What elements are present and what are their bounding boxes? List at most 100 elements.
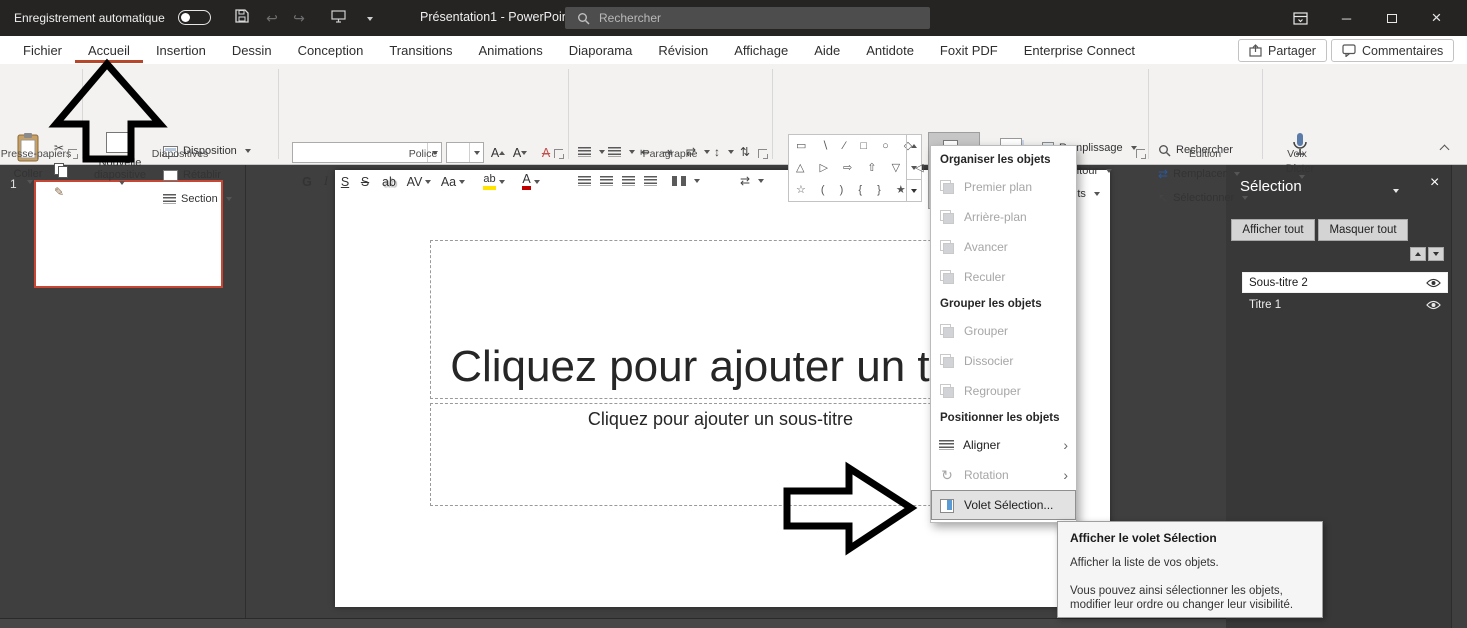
ribbon-display-options-button[interactable]	[1278, 0, 1323, 36]
quick-access-display-button[interactable]	[326, 8, 350, 28]
chevron-down-icon	[534, 180, 540, 184]
menu-section-header: Grouper les objets	[931, 292, 1076, 316]
align-center-button[interactable]	[600, 171, 613, 191]
highlight-color-button[interactable]: ab	[478, 171, 510, 192]
tab-foxit-pdf[interactable]: Foxit PDF	[927, 36, 1011, 63]
font-dialog-launcher-icon[interactable]	[554, 149, 563, 158]
menu-item-aligner[interactable]: Aligner›	[931, 430, 1076, 460]
tab-antidote[interactable]: Antidote	[853, 36, 927, 63]
shapes-scroll-down-button[interactable]	[906, 157, 921, 179]
tab-revision[interactable]: Révision	[645, 36, 721, 63]
italic-button[interactable]: I	[318, 171, 334, 192]
tab-insertion[interactable]: Insertion	[143, 36, 219, 63]
maximize-button[interactable]	[1369, 0, 1414, 36]
chevron-down-icon	[425, 180, 431, 184]
bring-forward-button[interactable]	[1410, 247, 1426, 261]
menu-item-rotation[interactable]: ↻Rotation›	[931, 460, 1076, 490]
collapse-ribbon-button[interactable]	[1441, 140, 1448, 158]
tab-affichage[interactable]: Affichage	[721, 36, 801, 63]
caret-up-icon	[911, 144, 917, 148]
chevron-down-icon	[1393, 189, 1399, 193]
redo-button[interactable]: ↪	[287, 8, 311, 28]
underline-button[interactable]: S	[336, 171, 354, 192]
close-button[interactable]: ×	[1414, 0, 1459, 36]
align-center-icon	[600, 176, 613, 186]
paragraph-dialog-launcher-icon[interactable]	[758, 149, 767, 158]
menu-item-premier-plan[interactable]: Premier plan	[931, 172, 1076, 202]
shapes-scroll-up-button[interactable]	[906, 135, 921, 157]
section-button[interactable]: Section	[163, 189, 232, 209]
replace-button[interactable]: ⇄Remplacer	[1158, 164, 1240, 184]
search-box[interactable]	[565, 7, 930, 29]
minimize-button[interactable]: ─	[1324, 0, 1369, 36]
reset-slide-button[interactable]: Rétablir	[163, 165, 221, 185]
select-button[interactable]: ↖Sélectionner	[1158, 188, 1248, 208]
share-button[interactable]: Partager	[1238, 39, 1327, 62]
shapes-row-3[interactable]: ☆ ( ) { } ★	[796, 183, 912, 196]
copy-button[interactable]	[54, 160, 67, 180]
gallery-more-icon	[911, 189, 917, 193]
menu-item-reculer[interactable]: Reculer	[931, 262, 1076, 292]
menu-item-dissocier[interactable]: Dissocier	[931, 346, 1076, 376]
selection-pane-close-button[interactable]: ×	[1430, 174, 1439, 192]
character-spacing-button[interactable]: AV	[404, 171, 434, 192]
strikethrough-button[interactable]: S	[356, 171, 374, 192]
tab-aide[interactable]: Aide	[801, 36, 853, 63]
align-right-button[interactable]	[622, 171, 635, 191]
align-left-button[interactable]	[578, 171, 591, 191]
eye-icon[interactable]	[1426, 278, 1441, 288]
autosave-toggle[interactable]	[178, 10, 211, 25]
menu-section-header: Organiser les objets	[931, 148, 1076, 172]
shapes-gallery[interactable]: ▭ ∖ ∕ □ ○ ◇ △ ▷ ⇨ ⇧ ▽ ◁ ☆ ( ) { } ★	[788, 134, 922, 202]
qat-customize-button[interactable]	[356, 8, 380, 28]
columns-button[interactable]	[672, 171, 700, 191]
selection-pane-menu-button[interactable]	[1390, 182, 1399, 200]
chevron-down-icon	[226, 197, 232, 201]
show-all-button[interactable]: Afficher tout	[1231, 219, 1315, 241]
search-icon	[577, 12, 590, 25]
hide-all-button[interactable]: Masquer tout	[1318, 219, 1408, 241]
comments-button[interactable]: Commentaires	[1331, 39, 1454, 62]
change-case-button[interactable]: Aa	[438, 171, 468, 192]
copy-icon	[54, 163, 67, 177]
tab-fichier[interactable]: Fichier	[10, 36, 75, 63]
bold-button[interactable]: G	[298, 171, 316, 192]
chevron-down-icon	[1106, 169, 1112, 173]
group-separator	[772, 69, 773, 159]
tab-enterprise-connect[interactable]: Enterprise Connect	[1011, 36, 1148, 63]
clipboard-dialog-launcher-icon[interactable]	[68, 149, 77, 158]
tab-dessin[interactable]: Dessin	[219, 36, 285, 63]
tab-conception[interactable]: Conception	[285, 36, 377, 63]
shapes-more-button[interactable]	[906, 179, 921, 201]
selection-item-sous-titre-2[interactable]: Sous-titre 2	[1243, 273, 1447, 292]
font-color-button[interactable]: A	[516, 171, 546, 192]
menu-item-volet-selection[interactable]: Volet Sélection...	[931, 490, 1076, 520]
menu-item-regrouper[interactable]: Regrouper	[931, 376, 1076, 406]
menu-item-arriere-plan[interactable]: Arrière-plan	[931, 202, 1076, 232]
eye-icon[interactable]	[1426, 300, 1441, 310]
justify-button[interactable]	[644, 171, 657, 191]
title-placeholder[interactable]: Cliquez pour ajouter un titre	[430, 240, 1011, 399]
convert-smartart-button[interactable]: ⇄	[740, 171, 764, 191]
save-button[interactable]	[230, 8, 254, 28]
undo-button[interactable]: ↩	[260, 8, 284, 28]
menu-item-grouper[interactable]: Grouper	[931, 316, 1076, 346]
send-backward-button[interactable]	[1428, 247, 1444, 261]
text-shadow-button[interactable]: ab	[378, 171, 400, 192]
shapes-row-1[interactable]: ▭ ∖ ∕ □ ○ ◇	[796, 139, 918, 152]
tab-transitions[interactable]: Transitions	[376, 36, 465, 63]
tab-animations[interactable]: Animations	[465, 36, 555, 63]
subtitle-placeholder[interactable]: Cliquez pour ajouter un sous-titre	[430, 403, 1011, 506]
vertical-scrollbar[interactable]	[1451, 165, 1467, 628]
search-input[interactable]	[599, 11, 889, 25]
tab-diaporama[interactable]: Diaporama	[556, 36, 646, 63]
format-painter-button[interactable]: ✎	[54, 182, 64, 202]
section-icon	[163, 194, 176, 204]
font-group-label: Police	[278, 148, 568, 160]
menu-item-avancer[interactable]: Avancer	[931, 232, 1076, 262]
send-to-back-icon	[939, 209, 955, 225]
tab-accueil[interactable]: Accueil	[75, 36, 143, 63]
format-painter-icon: ✎	[54, 186, 64, 198]
selection-item-titre-1[interactable]: Titre 1	[1243, 295, 1447, 314]
drawing-dialog-launcher-icon[interactable]	[1136, 149, 1145, 158]
